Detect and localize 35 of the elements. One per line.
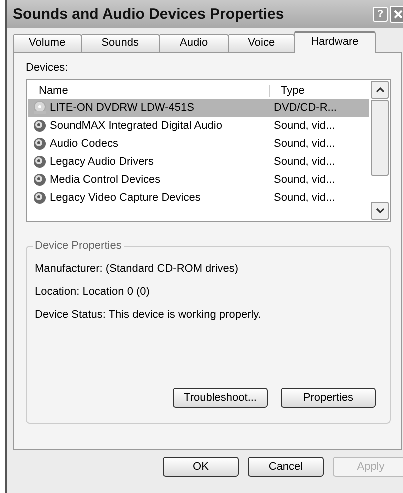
scroll-down-button[interactable] <box>371 202 389 220</box>
dialog-button[interactable]: Cancel <box>248 457 324 477</box>
property-text: Manufacturer: (Standard CD-ROM drives) <box>35 262 240 277</box>
property-text: Device Status: This device is working properly. <box>35 308 262 323</box>
scroll-up-button[interactable] <box>371 81 389 99</box>
list-row[interactable]: LITE-ON DVDRW LDW-451S DVD/CD-R... <box>28 99 369 117</box>
speaker-icon <box>33 137 47 151</box>
list-row[interactable]: Legacy Audio Drivers Sound, vid... <box>28 153 369 171</box>
tab[interactable]: Sounds <box>80 34 160 52</box>
close-icon[interactable] <box>390 6 403 22</box>
caret-up-icon <box>376 87 384 93</box>
group-title: Device Properties <box>33 240 124 252</box>
speaker-icon <box>33 191 47 205</box>
column-header[interactable]: Type <box>270 84 369 96</box>
list-row[interactable]: Audio Codecs Sound, vid... <box>28 135 369 153</box>
speaker-icon <box>33 119 47 133</box>
properties-button[interactable]: Properties <box>281 388 376 408</box>
tab[interactable]: Audio <box>159 34 230 52</box>
window-title: Sounds and Audio Devices Properties <box>13 6 286 22</box>
list-row[interactable]: SoundMAX Integrated Digital Audio Sound, vid... <box>28 117 369 135</box>
column-header[interactable]: Name <box>28 84 270 96</box>
drive-icon <box>33 101 47 115</box>
troubleshoot-button[interactable]: Troubleshoot... <box>173 388 268 408</box>
speaker-icon <box>33 155 47 169</box>
speaker-icon <box>33 173 47 187</box>
scroll-thumb[interactable] <box>371 100 389 176</box>
tab[interactable]: Voice <box>228 34 296 52</box>
list-row[interactable]: Legacy Video Capture Devices Sound, vid... <box>28 189 369 207</box>
devices-label: Devices: <box>26 62 70 74</box>
list-row[interactable]: Media Control Devices Sound, vid... <box>28 171 369 189</box>
tab[interactable]: Volume <box>13 34 82 52</box>
caret-down-icon <box>376 208 384 214</box>
tab[interactable]: Hardware <box>294 31 376 53</box>
property-text: Location: Location 0 (0) <box>35 285 151 300</box>
dialog-button[interactable]: OK <box>163 457 239 477</box>
